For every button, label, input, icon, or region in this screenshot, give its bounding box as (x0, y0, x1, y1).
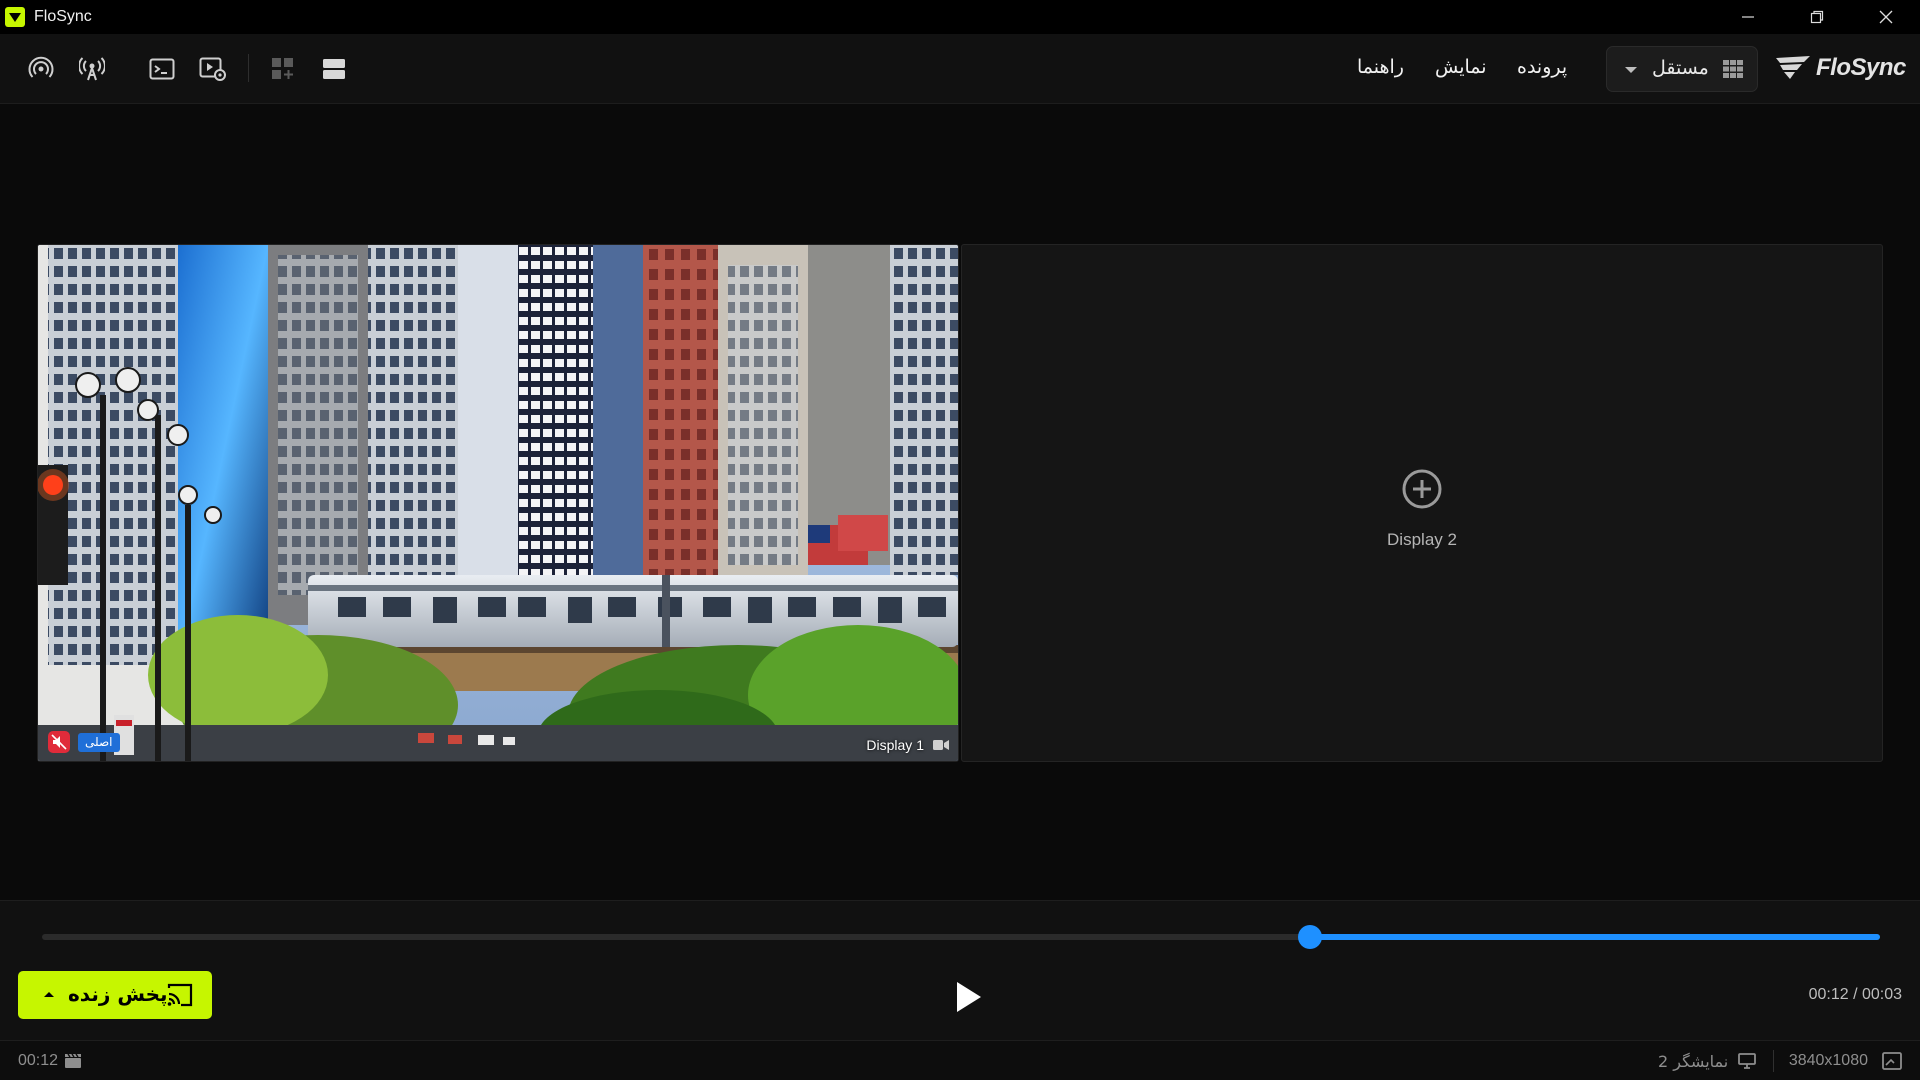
broadcast-icon (28, 56, 54, 78)
restore-button[interactable] (1782, 0, 1851, 34)
mode-select[interactable]: مستقل (1606, 46, 1758, 92)
display-1-preview[interactable]: Display 1 اصلی (37, 244, 959, 762)
camera-icon (933, 740, 949, 750)
rows-layout-button[interactable] (319, 54, 349, 84)
menu-view[interactable]: نمایش (1435, 56, 1487, 78)
play-button[interactable] (954, 980, 984, 1014)
close-icon (1879, 10, 1892, 24)
app-logo-icon (5, 7, 25, 27)
status-bar: 00:12 2 نمایشگر 3840x1080 (0, 1040, 1920, 1080)
playback-controls: پخش زنده 00:12 / 00:03 (0, 900, 1920, 1040)
media-settings-icon (199, 57, 226, 81)
minimize-icon (1741, 16, 1754, 18)
play-icon (957, 982, 981, 1012)
duration-indicator: 00:12 (18, 1052, 82, 1070)
title-bar: FloSync (0, 0, 1920, 34)
antenna-icon (79, 57, 105, 81)
display-stage: Display 1 اصلی Display 2 (0, 105, 1920, 900)
brand-logo: FloSync (1774, 50, 1906, 86)
grid-layout-icon (272, 58, 293, 79)
grid-layout-button[interactable] (268, 54, 298, 84)
display-2-label: Display 2 (1387, 530, 1457, 549)
media-settings-button[interactable] (198, 54, 228, 84)
go-live-button[interactable]: پخش زنده (18, 971, 212, 1019)
cast-icon (167, 983, 193, 1007)
toolbar: راهنما نمایش پرونده مستقل FloSync (0, 34, 1920, 104)
clapperboard-icon (65, 1053, 82, 1068)
timeline-thumb[interactable] (1298, 925, 1322, 949)
restore-icon (1810, 10, 1823, 24)
display-count: 2 نمایشگر (1658, 1052, 1729, 1071)
city-train-image (38, 245, 958, 761)
playback-time: 00:12 / 00:03 (1808, 986, 1902, 1003)
terminal-button[interactable] (147, 54, 177, 84)
terminal-icon (149, 58, 175, 80)
brand-name: FloSync (1816, 54, 1906, 81)
aspect-ratio-icon (1882, 1052, 1902, 1070)
status-separator (1773, 1050, 1774, 1072)
rows-layout-icon (323, 59, 345, 79)
window-controls (1713, 0, 1920, 34)
chevron-up-icon (44, 992, 54, 997)
duration-value: 00:12 (18, 1052, 59, 1069)
minimize-button[interactable] (1713, 0, 1782, 34)
close-button[interactable] (1851, 0, 1920, 34)
menu-file[interactable]: پرونده (1517, 56, 1567, 78)
add-display-icon[interactable] (1401, 468, 1443, 510)
menu-help[interactable]: راهنما (1357, 56, 1404, 78)
chevron-down-icon (1625, 67, 1637, 73)
antenna-button[interactable] (77, 54, 107, 84)
toolbar-separator (248, 54, 249, 82)
broadcast-button[interactable] (26, 54, 56, 84)
primary-badge: اصلی (78, 733, 120, 752)
app-title: FloSync (34, 8, 92, 25)
display-1-label: Display 1 (866, 737, 924, 753)
timeline-slider[interactable] (42, 925, 1880, 949)
monitor-icon (1738, 1053, 1756, 1069)
mute-toggle[interactable] (48, 731, 70, 753)
speaker-muted-icon (51, 734, 67, 750)
go-live-label: پخش زنده (68, 982, 168, 1006)
brand-wing-icon (1776, 56, 1810, 79)
timeline-fill (1310, 934, 1880, 940)
mode-select-label: مستقل (1652, 57, 1709, 79)
grid-icon (1723, 60, 1743, 78)
resolution-value: 3840x1080 (1788, 1052, 1868, 1069)
display-2-slot[interactable]: Display 2 (961, 244, 1883, 762)
